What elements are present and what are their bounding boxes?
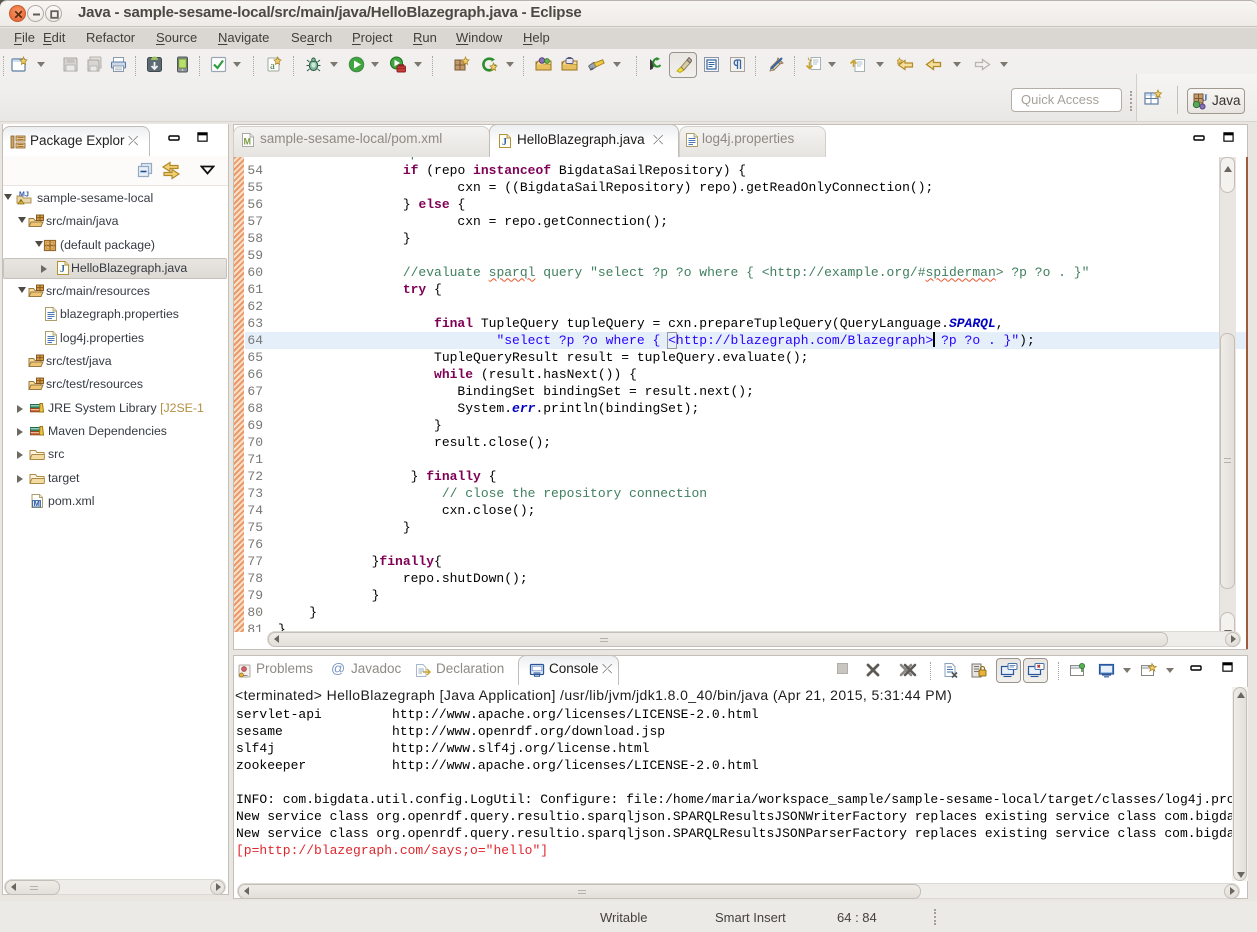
svg-text:J: J <box>25 192 29 199</box>
svg-text:a: a <box>270 60 275 72</box>
svg-text:J: J <box>1203 93 1208 103</box>
